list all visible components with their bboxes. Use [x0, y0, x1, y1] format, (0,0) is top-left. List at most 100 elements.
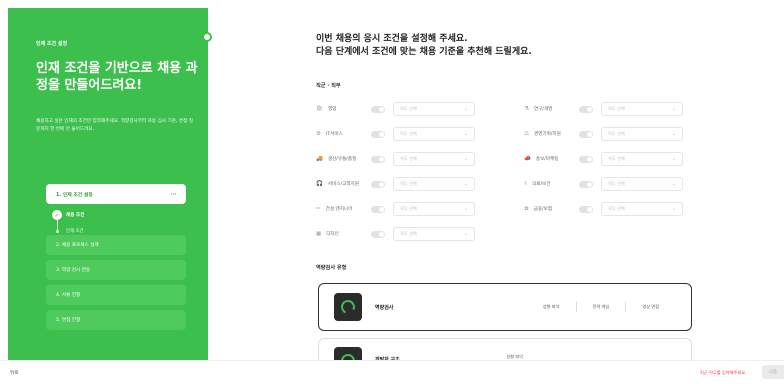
- hero-title: 인재 조건을 기반으로 채용 과정을 만들어드려요!: [36, 61, 198, 93]
- field-finance: ✿ 금융/보험 직무 선택 ⌄: [524, 201, 683, 217]
- select-placeholder: 직무 선택: [400, 206, 417, 211]
- gauge-icon: [334, 293, 362, 321]
- job-select[interactable]: 직무 선택 ⌄: [393, 127, 475, 141]
- select-placeholder: 직무 선택: [400, 106, 417, 111]
- card-tags: 성향 파악 전략 게임 영상 면접: [527, 302, 675, 312]
- select-placeholder: 직무 선택: [400, 231, 417, 236]
- field-label: 생산/유통/품질: [327, 157, 357, 162]
- toggle-switch[interactable]: [371, 205, 385, 213]
- toggle-switch[interactable]: [579, 205, 593, 213]
- select-placeholder: 직무 선택: [400, 156, 417, 161]
- tag: 영상 면접: [642, 304, 659, 309]
- step-1-label: 1. 인재 조건 설정: [56, 192, 93, 198]
- job-select[interactable]: 직무 선택 ⌄: [393, 202, 475, 216]
- left-panel: 인재 조건 설정 인재 조건을 기반으로 채용 과정을 만들어드려요! 채용하고…: [8, 8, 208, 360]
- toggle-switch[interactable]: [371, 180, 385, 188]
- field-label: 경영기획/지원: [533, 132, 561, 137]
- step-2-row[interactable]: 2. 채용 프로세스 설계: [46, 235, 186, 255]
- field-medical: ⚕ 의료/보건 직무 선택 ⌄: [524, 176, 683, 192]
- toggle-switch[interactable]: [371, 230, 385, 238]
- field-research: ⚗ 연구/개발 직무 선택 ⌄: [524, 101, 683, 117]
- panel-description: 채용하고 싶은 인재의 조건만 입력해주세요. 역량검사부터 자동 심사 기준,…: [36, 119, 193, 132]
- field-construction: ✏ 건설 엔지니어 직무 선택 ⌄: [316, 201, 475, 217]
- toggle-switch[interactable]: [579, 180, 593, 188]
- job-select[interactable]: 직무 선택 ⌄: [393, 227, 475, 241]
- toggle-switch[interactable]: [579, 155, 593, 163]
- section-test-type: 역량검사 유형: [316, 265, 347, 271]
- truck-icon: 🚚: [316, 156, 323, 162]
- chevron-down-icon: ⌄: [463, 231, 468, 237]
- job-select[interactable]: 직무 선택 ⌄: [601, 152, 683, 166]
- pencil-icon: ✏: [316, 206, 321, 212]
- card-title: 역량검사: [375, 305, 394, 311]
- select-placeholder: 직무 선택: [608, 106, 625, 111]
- field-design: ▦ 디자인 직무 선택 ⌄: [316, 226, 475, 242]
- job-select[interactable]: 직무 선택 ⌄: [393, 152, 475, 166]
- select-placeholder: 직무 선택: [608, 206, 625, 211]
- toggle-switch[interactable]: [371, 105, 385, 113]
- next-button[interactable]: 다음: [762, 365, 784, 379]
- field-label: IT서비스: [325, 132, 343, 137]
- chevron-down-icon: ⌄: [463, 181, 468, 187]
- flower-icon: ✿: [524, 206, 529, 212]
- test-card-competency[interactable]: 역량검사 성향 파악 전략 게임 영상 면접: [318, 283, 692, 331]
- bottom-bar: 뒤로 직군·직무를 입력해주세요. 다음: [0, 360, 784, 384]
- grid-icon: ▦: [316, 231, 322, 237]
- tag: 성향 파악: [542, 304, 560, 309]
- chevron-down-icon: ⌄: [463, 106, 468, 112]
- toggle-switch[interactable]: [579, 130, 593, 138]
- scale-icon: ⚖: [524, 131, 529, 137]
- substep-active-label: 채용 조건: [66, 213, 85, 218]
- field-label: 영업: [327, 107, 337, 112]
- title-line-1: 이번 채용의 응시 조건을 설정해 주세요.: [316, 34, 468, 44]
- back-button[interactable]: 뒤로: [10, 370, 18, 376]
- toggle-switch[interactable]: [579, 105, 593, 113]
- step-1-card[interactable]: 1. 인재 조건 설정 ···: [46, 184, 186, 204]
- title-line-2: 다음 단계에서 조건에 맞는 채용 기준을 추천해 드릴게요.: [316, 47, 532, 57]
- medical-icon: ⚕: [524, 181, 527, 187]
- gear-icon: ⚙: [316, 131, 321, 137]
- field-label: 홍보/마케팅: [535, 157, 559, 162]
- job-select[interactable]: 직무 선택 ⌄: [601, 202, 683, 216]
- panel-progress-dot: [202, 32, 212, 42]
- job-select[interactable]: 직무 선택 ⌄: [393, 177, 475, 191]
- chevron-down-icon: ⌄: [671, 156, 676, 162]
- megaphone-icon: 📣: [524, 156, 531, 162]
- substep-active[interactable]: ✓ 채용 조건: [52, 210, 85, 220]
- chevron-down-icon: ⌄: [463, 131, 468, 137]
- bag-icon: 🛍: [316, 106, 323, 112]
- field-label: 디자인: [326, 232, 339, 237]
- tag: 전략 게임: [592, 304, 610, 309]
- field-management: ⚖ 경영기획/지원 직무 선택 ⌄: [524, 126, 683, 142]
- more-icon[interactable]: ···: [171, 191, 177, 198]
- page-title: 이번 채용의 응시 조건을 설정해 주세요. 다음 단계에서 조건에 맞는 채용…: [316, 33, 532, 59]
- field-production: 🚚 생산/유통/품질 직무 선택 ⌄: [316, 151, 475, 167]
- step-3-row[interactable]: 3. 역량 검사 연동: [46, 260, 186, 280]
- chevron-down-icon: ⌄: [671, 131, 676, 137]
- headset-icon: 🎧: [316, 181, 323, 187]
- field-it: ⚙ IT서비스 직무 선택 ⌄: [316, 126, 475, 142]
- toggle-switch[interactable]: [371, 130, 385, 138]
- field-label: 금융/보험: [533, 207, 553, 212]
- flask-icon: ⚗: [524, 106, 529, 112]
- job-select[interactable]: 직무 선택 ⌄: [601, 102, 683, 116]
- select-placeholder: 직무 선택: [608, 181, 625, 186]
- step-4-row[interactable]: 4. 서류 전형: [46, 285, 186, 305]
- job-select[interactable]: 직무 선택 ⌄: [601, 127, 683, 141]
- select-placeholder: 직무 선택: [400, 131, 417, 136]
- chevron-down-icon: ⌄: [463, 156, 468, 162]
- chevron-down-icon: ⌄: [671, 181, 676, 187]
- step-tag: 인재 조건 설정: [36, 41, 68, 47]
- substep-item[interactable]: 인재 조건: [56, 228, 84, 234]
- step-5-row[interactable]: 5. 면접 전형: [46, 310, 186, 330]
- field-label: 건설 엔지니어: [325, 207, 353, 212]
- field-sales: 🛍 영업 직무 선택 ⌄: [316, 101, 475, 117]
- check-icon: ✓: [52, 210, 62, 220]
- chevron-down-icon: ⌄: [463, 206, 468, 212]
- job-select[interactable]: 직무 선택 ⌄: [393, 102, 475, 116]
- toggle-switch[interactable]: [371, 155, 385, 163]
- field-label: 연구/개발: [533, 107, 553, 112]
- step-connector: [56, 220, 58, 230]
- chevron-down-icon: ⌄: [671, 206, 676, 212]
- job-select[interactable]: 직무 선택 ⌄: [601, 177, 683, 191]
